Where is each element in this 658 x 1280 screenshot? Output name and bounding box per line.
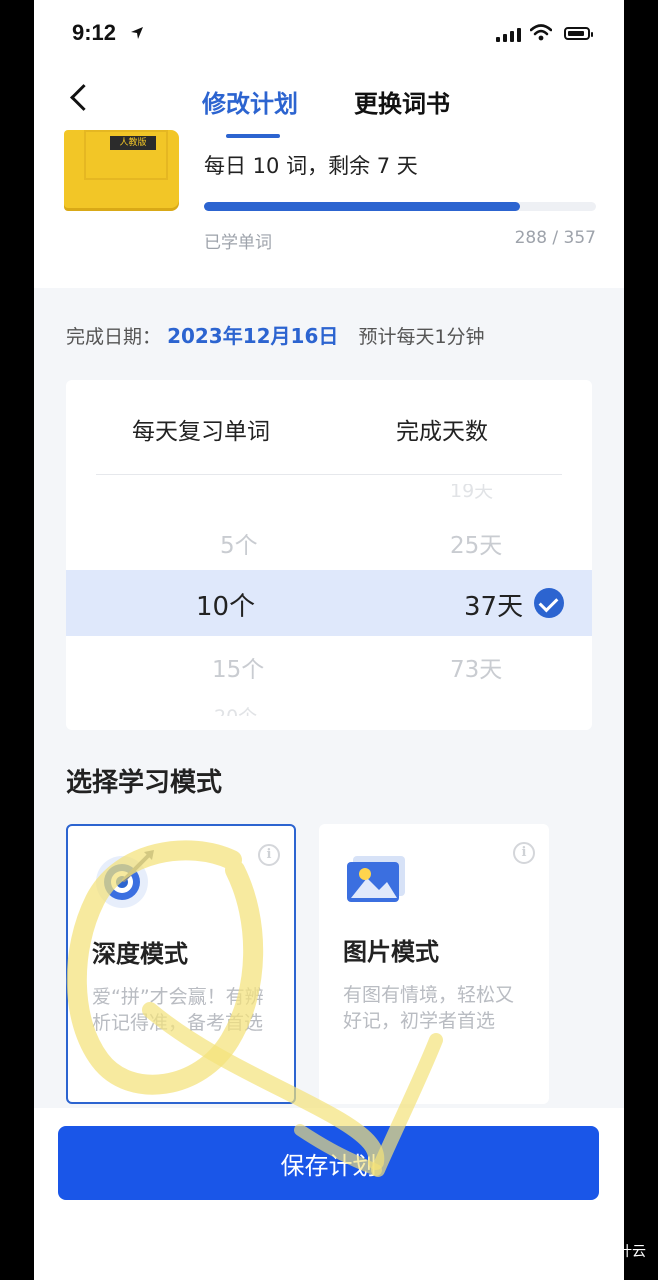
- location-arrow-icon: [131, 27, 143, 39]
- daily-time-estimate: 预计每天1分钟: [358, 326, 485, 348]
- learned-words-label: 已学单词: [204, 233, 272, 253]
- picker-divider: [96, 474, 562, 475]
- mode-name: 图片模式: [343, 938, 439, 966]
- book-cover-label: 人教版: [110, 136, 156, 150]
- active-tab-indicator: [226, 134, 280, 138]
- mode-card-picture[interactable]: i 图片模式 有图有情境，轻松又好记，初学者首选: [319, 824, 549, 1104]
- learned-words-count: 288 / 357: [514, 228, 596, 248]
- picker-days-option[interactable]: 73天: [450, 650, 502, 684]
- info-icon[interactable]: i: [258, 844, 280, 866]
- save-plan-button[interactable]: 保存计划: [58, 1126, 599, 1200]
- target-icon: [96, 850, 154, 908]
- plan-picker[interactable]: 每天复习单词 完成天数 19天 5个 25天 10个 37天 15个 73天 2…: [66, 380, 592, 730]
- learning-progress-bar: [204, 202, 596, 211]
- completion-date-label: 完成日期：: [66, 326, 162, 348]
- picker-selected-days[interactable]: 37天: [464, 586, 523, 623]
- picker-words-option[interactable]: 15个: [212, 650, 264, 684]
- status-time: 9:12: [72, 20, 117, 45]
- daily-plan-text: 每日 10 词，剩余 7 天: [204, 154, 418, 178]
- picker-column-title-days: 完成天数: [396, 419, 488, 445]
- mode-card-deep[interactable]: i 深度模式 爱“拼”才会赢！有辨析记得准，备考首选: [66, 824, 296, 1104]
- completion-date-value: 2023年12月16日: [167, 324, 339, 348]
- cellular-signal-icon: [496, 28, 521, 42]
- completion-date-row: 完成日期： 2023年12月16日 预计每天1分钟: [66, 320, 485, 349]
- mode-description: 有图有情境，轻松又好记，初学者首选: [343, 984, 515, 1032]
- book-cover-frame: 人教版: [84, 130, 168, 180]
- back-chevron-icon[interactable]: [70, 84, 97, 111]
- picker-column-title-words: 每天复习单词: [132, 419, 270, 445]
- watermark-text: 树叶云: [604, 1244, 646, 1260]
- battery-icon: [564, 27, 593, 40]
- tab-change-book[interactable]: 更换词书: [354, 84, 450, 119]
- learning-progress-fill: [204, 202, 521, 211]
- selected-check-icon: [534, 588, 564, 618]
- mode-section-title: 选择学习模式: [66, 768, 223, 798]
- info-icon[interactable]: i: [513, 842, 535, 864]
- watermark-logo: AI: [555, 1234, 599, 1264]
- tab-modify-plan[interactable]: 修改计划: [202, 84, 298, 119]
- picker-days-option[interactable]: 25天: [450, 526, 502, 560]
- picture-icon: [347, 856, 405, 902]
- picker-selected-words[interactable]: 10个: [196, 586, 255, 623]
- wifi-icon: [530, 24, 552, 41]
- mode-name: 深度模式: [92, 940, 188, 968]
- phone-screen: 9:12 修改计划 更换词书 人教版 每日 10 词，剩余 7 天 已学单词 2…: [34, 0, 624, 1280]
- picker-days-partial-above[interactable]: 19天: [450, 484, 493, 504]
- mode-description: 爱“拼”才会赢！有辨析记得准，备考首选: [92, 986, 264, 1034]
- picker-words-option[interactable]: 5个: [220, 526, 258, 560]
- picker-words-partial-below[interactable]: 20个: [214, 702, 257, 716]
- book-cover: 人教版: [64, 130, 179, 208]
